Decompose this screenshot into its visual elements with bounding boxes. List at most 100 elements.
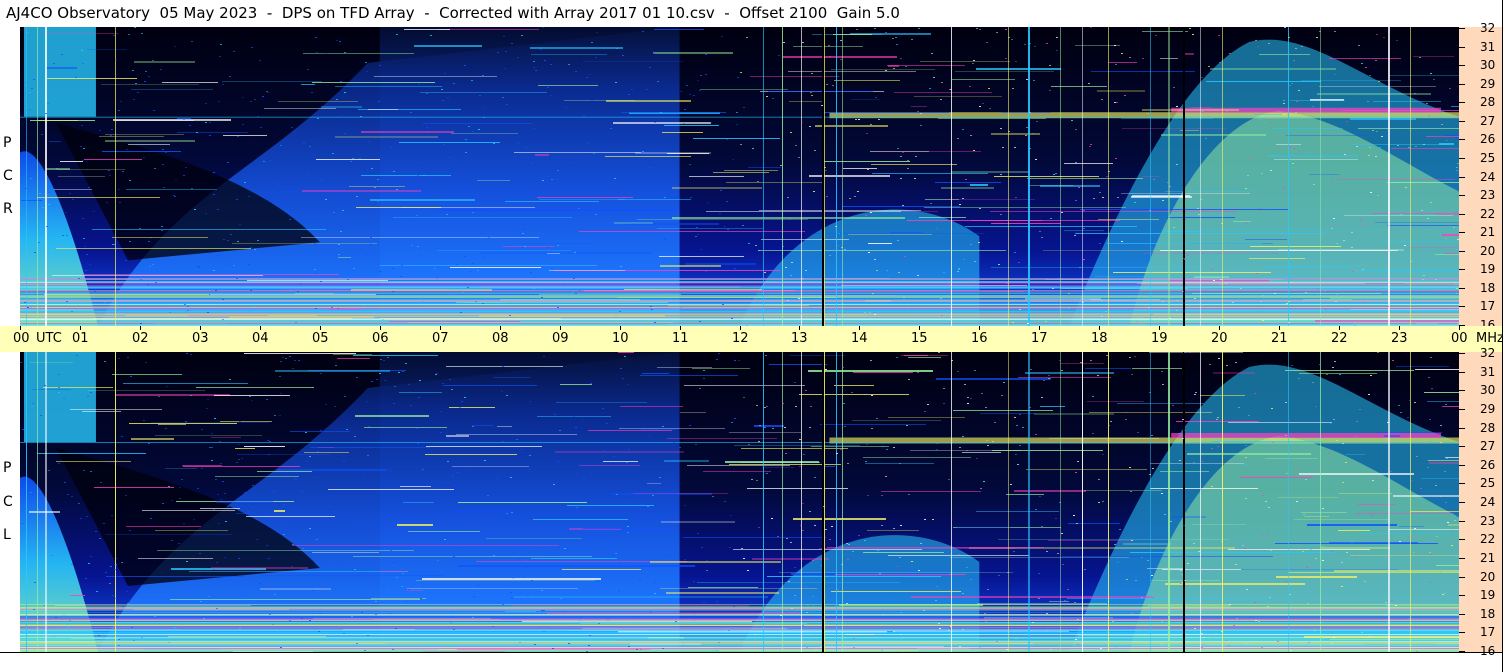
- lcp-bottom-streak: [20, 634, 1459, 635]
- lcp-speckle: [252, 485, 254, 486]
- rcp-speckle: [31, 88, 33, 89]
- rcp-h-streak: [919, 217, 966, 218]
- rcp-speckle: [1071, 300, 1073, 301]
- rcp-speckle: [504, 68, 506, 69]
- lcp-speckle: [390, 550, 392, 551]
- lcp-h-streak: [168, 636, 326, 637]
- lcp-h-streak: [1162, 569, 1241, 570]
- rcp-speckle: [411, 218, 413, 219]
- lcp-speckle: [502, 366, 504, 367]
- lcp-h-streak: [1329, 542, 1418, 544]
- lcp-speckle: [1126, 579, 1128, 580]
- rcp-speckle: [907, 168, 909, 169]
- lcp-speckle: [1272, 442, 1274, 443]
- lcp-h-streak: [446, 366, 563, 367]
- lcp-h-streak: [70, 595, 85, 596]
- rcp-h-streak: [1142, 31, 1188, 32]
- rcp-speckle: [484, 108, 486, 109]
- lcp-h-streak: [831, 591, 961, 592]
- rcp-h-streak: [1091, 71, 1195, 72]
- lcp-speckle: [87, 396, 89, 397]
- rcp-speckle: [1019, 309, 1021, 310]
- rcp-h-streak: [1341, 110, 1459, 111]
- rcp-speckle: [325, 53, 327, 54]
- lcp-speckle: [927, 404, 929, 405]
- lcp-h-streak: [1087, 401, 1144, 402]
- rcp-speckle: [191, 41, 193, 42]
- rcp-speckle: [83, 148, 85, 149]
- rcp-speckle: [291, 127, 293, 128]
- lcp-speckle: [1048, 378, 1050, 379]
- lcp-speckle: [967, 397, 969, 398]
- rcp-speckle: [1289, 146, 1291, 147]
- rcp-speckle: [1333, 218, 1335, 219]
- lcp-speckle: [998, 575, 1000, 576]
- lcp-h-streak: [456, 434, 577, 435]
- lcp-speckle: [562, 611, 564, 612]
- rcp-speckle: [66, 235, 68, 236]
- lcp-speckle: [325, 404, 327, 405]
- lcp-speckle: [1331, 643, 1333, 644]
- lcp-speckle: [367, 455, 369, 456]
- rcp-speckle: [874, 28, 876, 29]
- lcp-speckle: [523, 577, 525, 578]
- rcp-h-streak: [361, 175, 451, 176]
- lcp-speckle: [33, 609, 35, 610]
- lcp-speckle: [465, 515, 467, 516]
- rcp-h-streak: [278, 101, 358, 102]
- lcp-speckle: [1308, 642, 1310, 643]
- lcp-speckle: [1141, 557, 1143, 558]
- rcp-speckle: [976, 28, 978, 29]
- rcp-speckle: [1041, 237, 1043, 238]
- lcp-speckle: [251, 400, 253, 401]
- lcp-speckle: [112, 595, 114, 596]
- rcp-speckle: [333, 212, 335, 213]
- rcp-bottom-streak: [20, 297, 1459, 298]
- lcp-speckle: [1046, 613, 1048, 614]
- lcp-speckle: [624, 562, 626, 563]
- rcp-speckle: [1090, 285, 1092, 286]
- lcp-speckle: [442, 383, 444, 384]
- rcp-speckle: [584, 313, 586, 314]
- rcp-h-streak: [380, 265, 597, 266]
- lcp-speckle: [743, 643, 745, 644]
- rcp-h-streak: [56, 248, 251, 249]
- rcp-h-streak: [1206, 81, 1321, 82]
- lcp-speckle: [728, 630, 730, 631]
- rcp-speckle: [1249, 158, 1251, 159]
- lcp-speckle: [1342, 482, 1344, 483]
- rcp-speckle: [1456, 249, 1458, 250]
- rcp-speckle: [250, 101, 252, 102]
- lcp-h-streak: [1399, 526, 1424, 527]
- lcp-speckle: [279, 376, 281, 377]
- lcp-speckle: [279, 415, 281, 416]
- lcp-freq-tick: [1459, 521, 1465, 522]
- lcp-speckle: [133, 640, 135, 641]
- rcp-speckle: [482, 257, 484, 258]
- rcp-speckle: [869, 312, 871, 313]
- lcp-speckle: [110, 566, 112, 567]
- lcp-h-streak: [867, 530, 919, 531]
- lcp-speckle: [166, 386, 168, 387]
- rcp-freq-label: 19: [1480, 262, 1496, 276]
- rcp-speckle: [615, 315, 617, 316]
- lcp-h-streak: [522, 621, 752, 622]
- lcp-speckle: [383, 586, 385, 587]
- rcp-speckle: [1419, 57, 1421, 58]
- lcp-speckle: [943, 403, 945, 404]
- rcp-speckle: [88, 187, 90, 188]
- lcp-speckle: [1010, 484, 1012, 485]
- lcp-speckle: [1195, 392, 1197, 393]
- lcp-speckle: [1100, 648, 1102, 649]
- lcp-h-streak: [1350, 555, 1459, 556]
- lcp-h-streak: [55, 605, 251, 606]
- lcp-speckle: [1431, 388, 1433, 389]
- utc-hour-label: 09: [552, 331, 569, 346]
- lcp-speckle: [193, 519, 195, 520]
- lcp-speckle: [630, 502, 632, 503]
- lcp-speckle: [1229, 604, 1231, 605]
- rcp-h-streak: [1180, 130, 1199, 131]
- rcp-h-streak: [335, 86, 442, 87]
- lcp-speckle: [289, 356, 291, 357]
- lcp-speckle: [1407, 417, 1409, 418]
